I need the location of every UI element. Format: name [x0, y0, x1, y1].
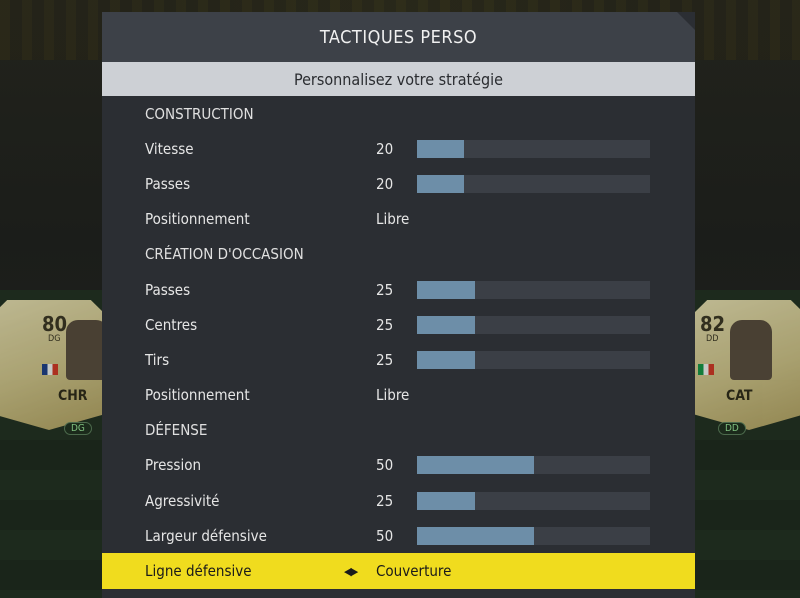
slider-track[interactable] [417, 491, 650, 510]
tactic-row[interactable]: Largeur défensive 50 [102, 518, 695, 553]
slider-fill [417, 280, 476, 299]
tactic-row[interactable]: Vitesse 20 [102, 131, 695, 166]
tactic-row[interactable]: Passes 20 [102, 166, 695, 201]
player-position: DG [48, 334, 61, 344]
section-title: DÉFENSE [145, 421, 208, 440]
tactic-value: 25 [376, 280, 394, 299]
tactic-label: Positionnement [145, 386, 250, 405]
player-card-right[interactable]: 82 DD CAT [694, 300, 800, 430]
player-photo [730, 320, 772, 380]
france-flag-icon [42, 364, 58, 375]
tactic-row[interactable]: Passes 25 [102, 272, 695, 307]
tactic-label: Positionnement [145, 210, 250, 229]
player-position-badge: DG [64, 422, 92, 435]
slider-track[interactable] [417, 280, 650, 299]
italy-flag-icon [698, 364, 714, 375]
slider-fill [417, 350, 476, 369]
tactic-value: Couverture [376, 562, 452, 581]
tactic-value: 25 [376, 315, 394, 334]
slider-fill [417, 526, 534, 545]
panel-subtitle: Personnalisez votre stratégie [102, 62, 695, 96]
slider-fill [417, 315, 476, 334]
tactic-value: 50 [376, 456, 394, 475]
tactic-row[interactable]: Positionnement Libre [102, 202, 695, 237]
slider-fill [417, 174, 464, 193]
tactic-value: Libre [376, 386, 410, 405]
panel-title: TACTIQUES PERSO [102, 12, 695, 62]
slider-fill [417, 139, 464, 158]
tactic-label: Vitesse [145, 139, 194, 158]
tactic-label: Largeur défensive [145, 526, 267, 545]
slider-fill [417, 491, 476, 510]
tactic-label: Passes [145, 280, 191, 299]
tactic-label: Tirs [145, 350, 170, 369]
tactic-row[interactable]: Tirs 25 [102, 342, 695, 377]
tactic-value: 50 [376, 526, 394, 545]
tactic-row[interactable]: Centres 25 [102, 307, 695, 342]
tactic-row[interactable]: Ligne défensive ◀▶ Couverture [102, 553, 695, 589]
player-card-left[interactable]: 80 DG CHR [0, 300, 104, 430]
left-right-arrows-icon[interactable]: ◀▶ [344, 565, 358, 578]
slider-fill [417, 456, 534, 475]
tactic-value: 20 [376, 139, 394, 158]
slider-track[interactable] [417, 526, 650, 545]
tactic-label: Ligne défensive [145, 562, 252, 581]
slider-track[interactable] [417, 139, 650, 158]
tactic-value: 20 [376, 174, 394, 193]
tactic-row[interactable]: Agressivité 25 [102, 483, 695, 518]
tactic-value: 25 [376, 350, 394, 369]
tactic-label: Centres [145, 315, 198, 334]
custom-tactics-panel: TACTIQUES PERSO Personnalisez votre stra… [102, 12, 695, 598]
section-header: CONSTRUCTION [102, 96, 695, 131]
player-name: CAT [726, 388, 753, 404]
section-title: CRÉATION D'OCCASION [145, 245, 304, 264]
slider-track[interactable] [417, 350, 650, 369]
tactic-value: 25 [376, 491, 394, 510]
player-position: DD [706, 334, 719, 344]
tactics-list: CONSTRUCTION Vitesse 20 Passes 20 Positionnem… [102, 96, 695, 589]
tactic-value: Libre [376, 210, 410, 229]
section-header: CRÉATION D'OCCASION [102, 237, 695, 272]
tactic-label: Pression [145, 456, 202, 475]
slider-track[interactable] [417, 315, 650, 334]
section-header: DÉFENSE [102, 413, 695, 448]
tactic-label: Agressivité [145, 491, 220, 510]
player-rating: 80 [42, 312, 68, 336]
slider-track[interactable] [417, 174, 650, 193]
tactic-label: Passes [145, 174, 191, 193]
tactic-row[interactable]: Pression 50 [102, 448, 695, 483]
slider-track[interactable] [417, 456, 650, 475]
section-title: CONSTRUCTION [145, 104, 254, 123]
player-name: CHR [58, 388, 88, 404]
player-position-badge: DD [718, 422, 746, 435]
player-rating: 82 [700, 312, 726, 336]
tactic-row[interactable]: Positionnement Libre [102, 378, 695, 413]
